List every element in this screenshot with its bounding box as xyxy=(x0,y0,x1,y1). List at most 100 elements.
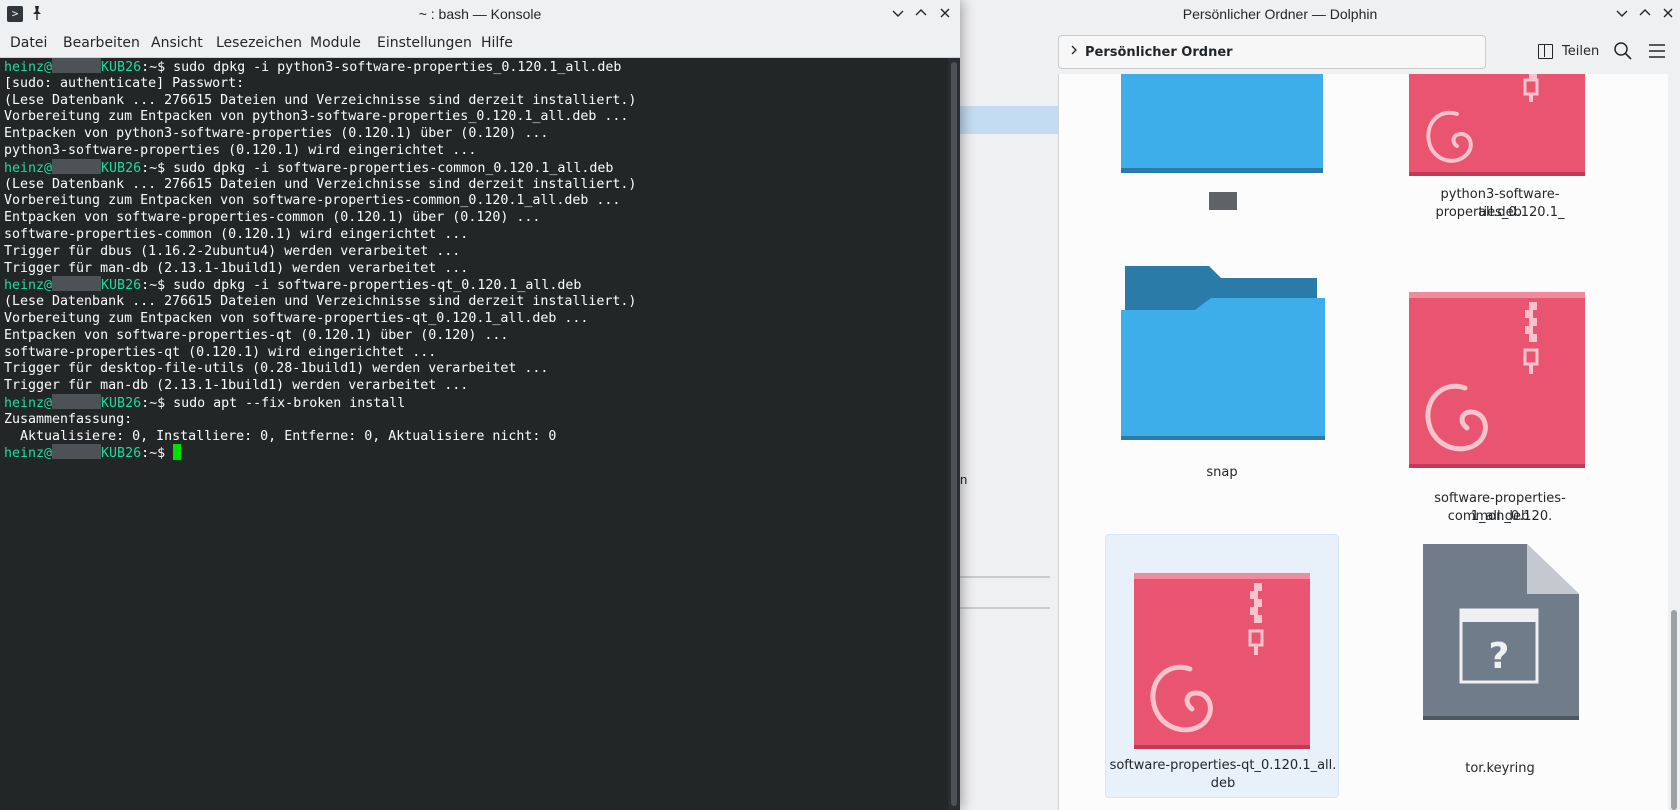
redacted-hostname xyxy=(52,58,102,73)
places-separator xyxy=(960,607,1050,609)
file-item-snap-folder[interactable]: snap xyxy=(1105,264,1339,514)
terminal-line-text: Trigger für desktop-file-utils (0.28-1bu… xyxy=(4,361,549,377)
menu-hilfe[interactable]: Hilfe xyxy=(481,35,513,51)
konsole-scroll-thumb[interactable] xyxy=(951,62,957,806)
split-view-icon xyxy=(1538,44,1553,59)
prompt-user: heinz@ xyxy=(4,160,53,176)
hamburger-menu-icon[interactable] xyxy=(1646,40,1668,62)
file-item-qt-deb[interactable]: software-properties-qt_0.120.1_all. deb xyxy=(1105,534,1339,798)
terminal-line-text: Trigger für man-db (2.13.1-1build1) werd… xyxy=(4,260,469,276)
search-icon[interactable] xyxy=(1612,40,1634,62)
split-view-label: Teilen xyxy=(1562,44,1600,59)
minimize-icon[interactable] xyxy=(887,4,909,26)
close-icon[interactable] xyxy=(1657,4,1679,26)
close-icon[interactable] xyxy=(934,4,956,26)
terminal-output-line: Zusammenfassung: xyxy=(4,411,132,429)
prompt-user: heinz@ xyxy=(4,278,53,294)
terminal-line-text: sudo apt --fix-broken install xyxy=(173,396,406,411)
terminal-prompt-line: heinz@ KUB26:~$ sudo dpkg -i python3-soft… xyxy=(4,58,621,76)
redacted-hostname xyxy=(52,276,102,292)
dolphin-scrollbar[interactable] xyxy=(1668,74,1680,810)
debian-package-icon xyxy=(1409,74,1585,176)
debian-package-icon xyxy=(1409,292,1585,468)
file-item-tor-keyring[interactable]: ? tor.keyring xyxy=(1383,544,1617,784)
terminal-line-text: Vorbereitung zum Entpacken von python3-s… xyxy=(4,109,629,125)
terminal-line-text: [sudo: authenticate] Passwort: xyxy=(4,75,245,91)
file-item-label-line2: all.deb xyxy=(1478,205,1522,220)
prompt-host: KUB26 xyxy=(101,278,142,294)
menu-datei[interactable]: Datei xyxy=(10,35,47,51)
menu-ansicht[interactable]: Ansicht xyxy=(151,35,203,51)
file-item-common-deb[interactable]: software-properties-common_0.120. 1_all.… xyxy=(1383,292,1617,532)
terminal-output-line: python3-software-properties (0.120.1) wi… xyxy=(4,142,476,160)
maximize-icon[interactable] xyxy=(910,4,932,26)
file-item-python3-deb[interactable]: python3-software-properties_0.120.1_ all… xyxy=(1383,74,1617,304)
konsole-window-title: ~ : bash — Konsole xyxy=(418,6,542,22)
file-view: python3-software-properties_0.120.1_ all… xyxy=(1058,74,1668,810)
folder-icon xyxy=(1121,266,1325,440)
terminal-output-line: Aktualisiere: 0, Installiere: 0, Entfern… xyxy=(4,428,556,446)
terminal-output[interactable]: heinz@ KUB26:~$ sudo dpkg -i python3-soft… xyxy=(0,58,948,810)
dolphin-scroll-thumb[interactable] xyxy=(1671,610,1677,810)
redacted-hostname xyxy=(52,158,102,174)
terminal-output-line: Entpacken von software-properties-common… xyxy=(4,209,540,227)
terminal-prompt-line: heinz@ KUB26:~$ sudo apt --fix-broken ins… xyxy=(4,394,405,412)
terminal-line-text: Entpacken von software-properties-qt (0.… xyxy=(4,327,509,343)
file-item-label-line2: 1_all.deb xyxy=(1470,509,1530,524)
terminal-output-line: Vorbereitung zum Entpacken von software-… xyxy=(4,310,588,328)
terminal-prompt-line: heinz@ KUB26:~$ sudo dpkg -i software-pro… xyxy=(4,158,613,177)
chevron-right-icon[interactable] xyxy=(1069,43,1079,60)
breadcrumb-home-label[interactable]: Persönlicher Ordner xyxy=(1085,45,1233,60)
terminal-output-line: Trigger für man-db (2.13.1-1build1) werd… xyxy=(4,377,468,395)
terminal-output-line: Trigger für dbus (1.16.2-2ubuntu4) werde… xyxy=(4,243,460,261)
debian-package-icon xyxy=(1134,573,1310,749)
minimize-icon[interactable] xyxy=(1611,4,1633,26)
terminal-output-line: Entpacken von software-properties-qt (0.… xyxy=(4,327,508,345)
prompt-symbol: :~$ xyxy=(141,278,174,294)
prompt-host: KUB26 xyxy=(101,60,142,75)
places-separator xyxy=(960,576,1050,578)
konsole-window: > ~ : bash — Konsole Datei Bearbeiten An… xyxy=(0,0,960,810)
redacted-label xyxy=(1209,192,1237,210)
file-item-folder[interactable] xyxy=(1105,74,1339,274)
location-breadcrumb[interactable]: Persönlicher Ordner xyxy=(1058,35,1486,69)
prompt-host: KUB26 xyxy=(101,160,142,176)
redacted-hostname xyxy=(52,394,102,409)
menu-lesezeichen[interactable]: Lesezeichen xyxy=(216,35,302,51)
prompt-symbol: :~$ xyxy=(141,396,174,411)
konsole-scrollbar[interactable] xyxy=(948,58,960,810)
prompt-symbol: :~$ xyxy=(141,160,174,176)
terminal-output-line: (Lese Datenbank ... 276615 Dateien und V… xyxy=(4,92,636,110)
dolphin-toolbar: Persönlicher Ordner Teilen xyxy=(960,30,1680,74)
menu-module[interactable]: Module xyxy=(310,35,361,51)
file-item-label: tor.keyring xyxy=(1465,761,1535,776)
terminal-line-text: (Lese Datenbank ... 276615 Dateien und V… xyxy=(4,92,637,108)
unknown-file-icon: ? xyxy=(1423,544,1579,720)
file-item-label-line2: deb xyxy=(1210,776,1236,791)
places-item-label[interactable]: n xyxy=(960,472,967,487)
terminal-output-line: Vorbereitung zum Entpacken von software-… xyxy=(4,192,620,210)
terminal-output-line: [sudo: authenticate] Passwort: xyxy=(4,75,244,93)
dolphin-titlebar: Persönlicher Ordner — Dolphin xyxy=(960,0,1680,30)
terminal-prompt-line: heinz@ KUB26:~$ sudo dpkg -i software-pro… xyxy=(4,276,581,294)
places-item-home-selected[interactable] xyxy=(960,106,1058,134)
menu-bearbeiten[interactable]: Bearbeiten xyxy=(63,35,140,51)
terminal-line-text: (Lese Datenbank ... 276615 Dateien und V… xyxy=(4,176,637,192)
terminal-line-text: python3-software-properties (0.120.1) wi… xyxy=(4,143,477,158)
terminal-cursor xyxy=(173,444,182,461)
file-item-label: snap xyxy=(1206,465,1238,480)
maximize-icon[interactable] xyxy=(1634,4,1656,26)
terminal-line-text: (Lese Datenbank ... 276615 Dateien und V… xyxy=(4,294,637,310)
prompt-user: heinz@ xyxy=(4,396,53,411)
file-item-label-line1: software-properties-qt_0.120.1_all. xyxy=(1109,758,1337,773)
terminal-line-text: sudo dpkg -i python3-software-properties… xyxy=(173,60,622,75)
svg-text:?: ? xyxy=(1489,636,1510,677)
terminal-output-line: Entpacken von python3-software-propertie… xyxy=(4,125,548,143)
prompt-user: heinz@ xyxy=(4,446,53,462)
terminal-line-text: Entpacken von software-properties-common… xyxy=(4,210,541,226)
prompt-user: heinz@ xyxy=(4,60,53,75)
prompt-symbol: :~$ xyxy=(141,60,174,75)
menu-einstellungen[interactable]: Einstellungen xyxy=(377,35,472,51)
terminal-line-text: Vorbereitung zum Entpacken von software-… xyxy=(4,311,589,326)
terminal-line-text: Entpacken von python3-software-propertie… xyxy=(4,126,549,142)
